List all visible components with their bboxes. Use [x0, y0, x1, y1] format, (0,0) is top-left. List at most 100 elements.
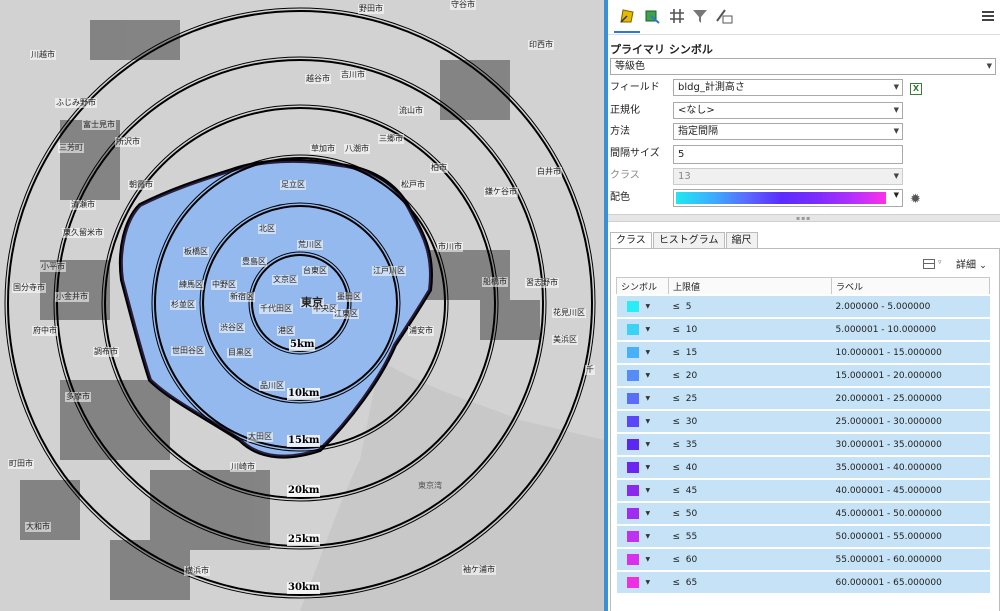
- symbol-cell[interactable]: ▼: [616, 432, 669, 456]
- symbol-swatch[interactable]: [626, 485, 639, 496]
- symbol-swatch[interactable]: [626, 531, 639, 542]
- label-cell[interactable]: 10.000001 - 15.000000: [831, 340, 990, 364]
- tab-scale[interactable]: 縮尺: [725, 232, 758, 249]
- label-cell[interactable]: 35.000001 - 40.000000: [831, 455, 990, 479]
- symbol-swatch[interactable]: [626, 462, 639, 473]
- upper-value-cell[interactable]: ≤ 15: [668, 340, 832, 364]
- gear-icon[interactable]: ✹: [910, 192, 921, 207]
- column-header-symbol[interactable]: シンボル: [616, 277, 669, 296]
- label-icon[interactable]: [667, 6, 687, 26]
- expression-icon[interactable]: X: [910, 83, 922, 95]
- map-view[interactable]: 野田市 守谷市 川越市 印西市 ふじみ野市 越谷市 吉川市 富士見市 流山市 三…: [0, 0, 604, 611]
- symbol-cell[interactable]: ▼: [616, 386, 669, 410]
- vary-symbology-icon[interactable]: [642, 6, 662, 26]
- symbol-cell[interactable]: ▼: [616, 409, 669, 433]
- label-cell[interactable]: 15.000001 - 20.000000: [831, 363, 990, 387]
- symbol-swatch[interactable]: [626, 393, 639, 404]
- table-row[interactable]: ▼ ≤ 5 2.000000 - 5.000000: [616, 294, 990, 318]
- symbol-cell[interactable]: ▼: [616, 501, 669, 525]
- chevron-down-icon[interactable]: ▼: [646, 349, 651, 356]
- upper-value-cell[interactable]: ≤ 10: [668, 317, 832, 341]
- table-row[interactable]: ▼ ≤ 40 35.000001 - 40.000000: [616, 455, 990, 479]
- field-select[interactable]: bldg_計測高さ ▼: [673, 79, 903, 96]
- label-cell[interactable]: 25.000001 - 30.000000: [831, 409, 990, 433]
- chevron-down-icon[interactable]: ▼: [646, 510, 651, 517]
- edit-icon[interactable]: [714, 6, 734, 26]
- chevron-down-icon[interactable]: ▼: [646, 487, 651, 494]
- method-select[interactable]: 指定間隔 ▼: [673, 123, 903, 140]
- symbol-cell[interactable]: ▼: [616, 547, 669, 571]
- label-cell[interactable]: 40.000001 - 45.000000: [831, 478, 990, 502]
- symbol-swatch[interactable]: [626, 301, 639, 312]
- interval-input[interactable]: 5: [673, 145, 903, 164]
- table-row[interactable]: ▼ ≤ 65 60.000001 - 65.000000: [616, 570, 990, 593]
- symbol-cell[interactable]: ▼: [616, 294, 669, 318]
- symbol-swatch[interactable]: [626, 554, 639, 565]
- table-row[interactable]: ▼ ≤ 10 5.000001 - 10.000000: [616, 317, 990, 341]
- upper-value-cell[interactable]: ≤ 30: [668, 409, 832, 433]
- table-options-icon[interactable]: [923, 259, 935, 269]
- label-cell[interactable]: 55.000001 - 60.000000: [831, 547, 990, 571]
- upper-value-cell[interactable]: ≤ 20: [668, 363, 832, 387]
- label-cell[interactable]: 50.000001 - 55.000000: [831, 524, 990, 548]
- upper-value-cell[interactable]: ≤ 65: [668, 570, 832, 593]
- symbol-swatch[interactable]: [626, 508, 639, 519]
- symbology-type-select[interactable]: 等級色 ▼: [610, 58, 996, 75]
- table-row[interactable]: ▼ ≤ 35 30.000001 - 35.000000: [616, 432, 990, 456]
- detail-menu[interactable]: 詳細 ⌄: [956, 256, 987, 271]
- symbol-swatch[interactable]: [626, 324, 639, 335]
- symbol-cell[interactable]: ▼: [616, 478, 669, 502]
- upper-value-cell[interactable]: ≤ 40: [668, 455, 832, 479]
- symbol-swatch[interactable]: [626, 439, 639, 450]
- table-row[interactable]: ▼ ≤ 50 45.000001 - 50.000000: [616, 501, 990, 525]
- chevron-down-icon[interactable]: ▼: [646, 533, 651, 540]
- filter-icon[interactable]: [690, 6, 710, 26]
- panel-splitter[interactable]: ▪▪▪: [608, 214, 1000, 222]
- symbol-cell[interactable]: ▼: [616, 455, 669, 479]
- chevron-down-icon[interactable]: ▼: [646, 303, 651, 310]
- chevron-down-icon[interactable]: ▼: [646, 418, 651, 425]
- primary-symbology-icon[interactable]: [614, 6, 640, 33]
- upper-value-cell[interactable]: ≤ 5: [668, 294, 832, 318]
- table-row[interactable]: ▼ ≤ 20 15.000001 - 20.000000: [616, 363, 990, 387]
- table-row[interactable]: ▼ ≤ 25 20.000001 - 25.000000: [616, 386, 990, 410]
- color-scheme-select[interactable]: ▼: [673, 189, 903, 207]
- chevron-down-icon[interactable]: ▼: [646, 326, 651, 333]
- upper-value-cell[interactable]: ≤ 45: [668, 478, 832, 502]
- label-cell[interactable]: 5.000001 - 10.000000: [831, 317, 990, 341]
- upper-value-cell[interactable]: ≤ 60: [668, 547, 832, 571]
- column-header-label[interactable]: ラベル: [831, 277, 990, 296]
- symbol-swatch[interactable]: [626, 347, 639, 358]
- chevron-down-icon[interactable]: ▼: [646, 579, 651, 586]
- upper-value-cell[interactable]: ≤ 55: [668, 524, 832, 548]
- tab-classes[interactable]: クラス: [610, 232, 652, 249]
- chevron-down-icon[interactable]: ▼: [646, 395, 651, 402]
- label-cell[interactable]: 20.000001 - 25.000000: [831, 386, 990, 410]
- table-row[interactable]: ▼ ≤ 15 10.000001 - 15.000000: [616, 340, 990, 364]
- chevron-down-icon[interactable]: ▼: [646, 464, 651, 471]
- table-row[interactable]: ▼ ≤ 55 50.000001 - 55.000000: [616, 524, 990, 548]
- label-cell[interactable]: 60.000001 - 65.000000: [831, 570, 990, 593]
- symbol-swatch[interactable]: [626, 370, 639, 381]
- symbol-cell[interactable]: ▼: [616, 524, 669, 548]
- column-header-upper[interactable]: 上限値: [668, 277, 832, 296]
- chevron-down-icon[interactable]: ▼: [646, 556, 651, 563]
- table-row[interactable]: ▼ ≤ 45 40.000001 - 45.000000: [616, 478, 990, 502]
- tab-histogram[interactable]: ヒストグラム: [652, 232, 725, 249]
- symbol-cell[interactable]: ▼: [616, 340, 669, 364]
- hamburger-menu-icon[interactable]: [982, 11, 994, 21]
- chevron-down-icon[interactable]: ▼: [646, 372, 651, 379]
- normalize-select[interactable]: <なし> ▼: [673, 102, 903, 119]
- upper-value-cell[interactable]: ≤ 25: [668, 386, 832, 410]
- table-row[interactable]: ▼ ≤ 30 25.000001 - 30.000000: [616, 409, 990, 433]
- label-cell[interactable]: 45.000001 - 50.000000: [831, 501, 990, 525]
- symbol-cell[interactable]: ▼: [616, 570, 669, 593]
- upper-value-cell[interactable]: ≤ 35: [668, 432, 832, 456]
- symbol-swatch[interactable]: [626, 416, 639, 427]
- symbol-cell[interactable]: ▼: [616, 317, 669, 341]
- symbol-cell[interactable]: ▼: [616, 363, 669, 387]
- symbol-swatch[interactable]: [626, 577, 639, 588]
- table-row[interactable]: ▼ ≤ 60 55.000001 - 60.000000: [616, 547, 990, 571]
- chevron-down-icon[interactable]: ▼: [646, 441, 651, 448]
- label-cell[interactable]: 2.000000 - 5.000000: [831, 294, 990, 318]
